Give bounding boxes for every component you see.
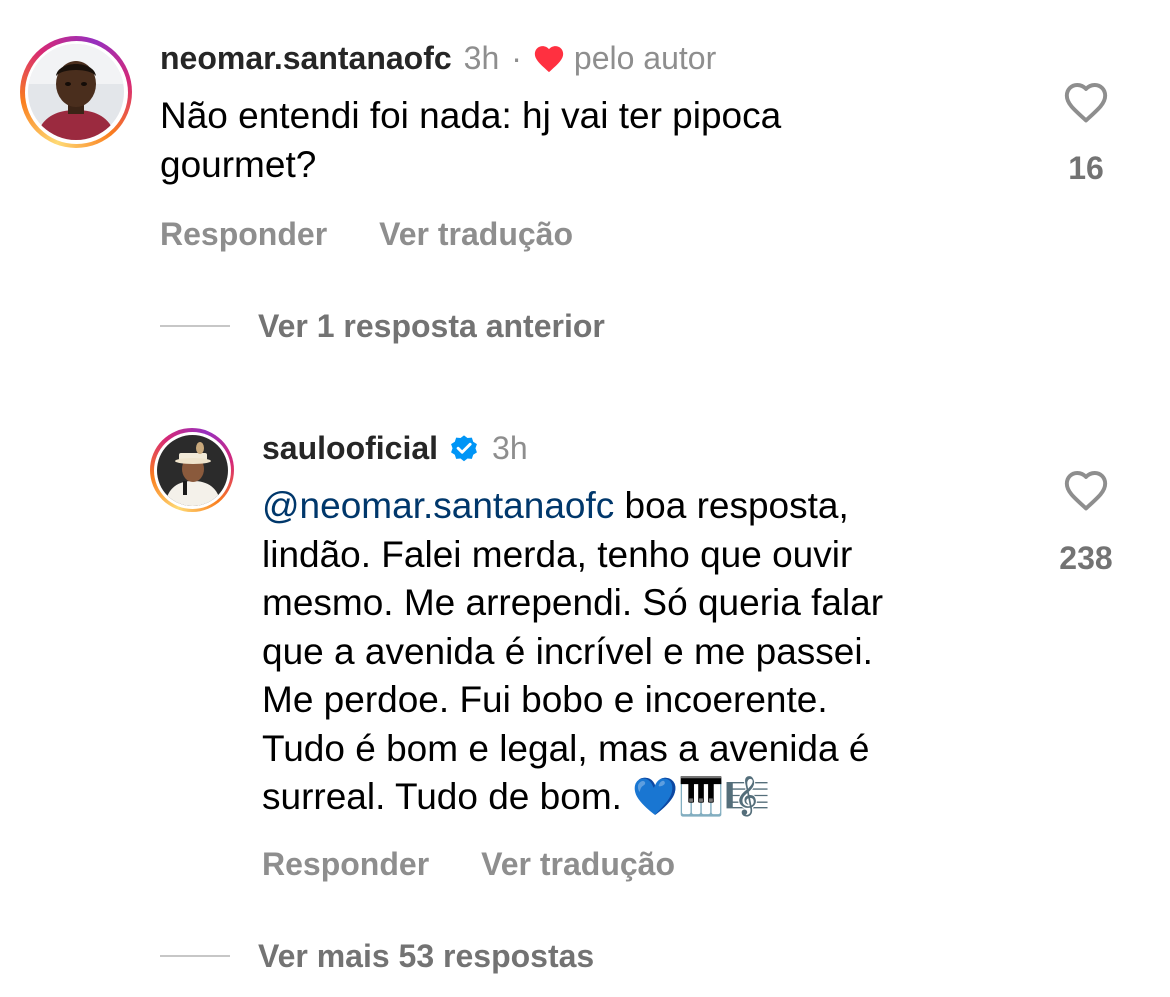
comment-header: saulooficial 3h — [262, 426, 528, 470]
view-more-replies[interactable]: Ver mais 53 respostas — [160, 934, 594, 978]
avatar-saulo — [156, 434, 228, 506]
heart-outline-icon — [1064, 82, 1108, 123]
meta-separator: · — [511, 39, 522, 76]
translate-button[interactable]: Ver tradução — [379, 216, 573, 253]
view-previous-replies[interactable]: Ver 1 resposta anterior — [160, 304, 605, 348]
thread-line — [160, 955, 230, 957]
comment-timestamp: 3h — [492, 429, 528, 466]
thread-line — [160, 325, 230, 327]
verified-badge-icon — [448, 432, 480, 464]
like-count: 238 — [1059, 540, 1113, 576]
like-button[interactable] — [1058, 466, 1114, 512]
avatar-story-ring-saulo[interactable] — [150, 428, 234, 512]
avatar-neomar — [28, 44, 124, 140]
like-count: 16 — [1068, 150, 1104, 186]
liked-by-author-label: pelo autor — [573, 39, 717, 76]
avatar-story-ring-neomar[interactable] — [20, 36, 132, 148]
avatar-ring-gap — [24, 40, 128, 144]
avatar-neomar-image — [28, 44, 124, 140]
avatar-saulo-image — [156, 434, 228, 506]
comment-text-rest: lindão. Falei merda, tenho que ouvir mes… — [262, 533, 884, 818]
comment-header: neomar.santanaofc 3h · pelo autor — [160, 36, 716, 80]
liked-by-author-heart-icon — [532, 42, 566, 74]
reply-button[interactable]: Responder — [262, 846, 429, 883]
comment-text: @neomar.santanaofc boa resposta, lindão.… — [262, 482, 1042, 822]
comment-text: Não entendi foi nada: hj vai ter pipoca … — [160, 95, 782, 185]
translate-button[interactable]: Ver tradução — [481, 846, 675, 883]
comment-text-first-line: boa resposta, — [614, 485, 849, 526]
avatar-ring-gap — [153, 431, 231, 509]
like-button[interactable] — [1058, 78, 1114, 124]
comment-actions: Responder Ver tradução — [262, 842, 675, 886]
comment-username[interactable]: saulooficial — [262, 430, 438, 467]
comment-timestamp: 3h — [463, 39, 500, 76]
heart-outline-icon — [1064, 470, 1108, 511]
mention-link[interactable]: @neomar.santanaofc — [262, 485, 614, 526]
comment-username[interactable]: neomar.santanaofc — [160, 40, 452, 77]
comment-actions: Responder Ver tradução — [160, 212, 573, 256]
reply-button[interactable]: Responder — [160, 216, 327, 253]
view-previous-replies-label: Ver 1 resposta anterior — [258, 307, 605, 344]
view-more-replies-label: Ver mais 53 respostas — [258, 937, 595, 974]
